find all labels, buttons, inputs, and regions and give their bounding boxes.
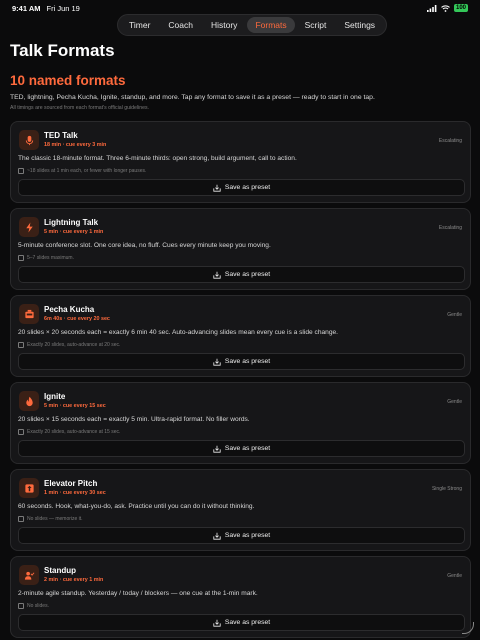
tab-formats[interactable]: Formats bbox=[247, 17, 295, 33]
format-timing: 2 min · cue every 1 min bbox=[44, 577, 104, 583]
format-timing: 1 min · cue every 30 sec bbox=[44, 490, 106, 496]
status-icons: 100 bbox=[426, 4, 468, 12]
slides-note-text: 5–7 slides maximum. bbox=[27, 255, 74, 261]
microphone-icon bbox=[19, 130, 39, 150]
slides-icon bbox=[18, 516, 24, 522]
cue-style-tag: Gentle bbox=[447, 399, 462, 405]
format-name: Ignite bbox=[44, 392, 66, 401]
cellular-signal-icon bbox=[426, 4, 437, 12]
format-name: Standup bbox=[44, 566, 76, 575]
slides-note: No slides. bbox=[18, 603, 49, 609]
cue-style-tag: Escalating bbox=[438, 225, 462, 231]
flame-icon bbox=[19, 391, 39, 411]
format-card-pecha-kucha[interactable]: Pecha Kucha 6m 40s · cue every 20 sec Ge… bbox=[10, 295, 471, 377]
format-timing: 6m 40s · cue every 20 sec bbox=[44, 316, 110, 322]
slides-note: No slides — memorize it. bbox=[18, 516, 83, 522]
format-timing: 5 min · cue every 15 sec bbox=[44, 403, 106, 409]
save-button-label: Save as preset bbox=[224, 445, 271, 452]
format-card-elevator-pitch[interactable]: Elevator Pitch 1 min · cue every 30 sec … bbox=[10, 469, 471, 551]
slides-icon bbox=[18, 255, 24, 261]
format-description: 5-minute conference slot. One core idea,… bbox=[18, 242, 271, 249]
format-card-ignite[interactable]: Ignite 5 min · cue every 15 sec Gentle 2… bbox=[10, 382, 471, 464]
slides-note-text: Exactly 20 slides, auto-advance at 20 se… bbox=[27, 342, 121, 348]
tab-timer[interactable]: Timer bbox=[121, 17, 158, 33]
save-as-preset-button[interactable]: Save as preset bbox=[18, 440, 465, 457]
save-button-label: Save as preset bbox=[224, 184, 271, 191]
person-check-icon bbox=[19, 565, 39, 585]
segmented-tab-bar: Timer Coach History Formats Script Setti… bbox=[117, 14, 388, 36]
battery-icon: 100 bbox=[453, 4, 468, 12]
slides-icon bbox=[18, 342, 24, 348]
save-tray-icon bbox=[213, 358, 221, 366]
slides-note-text: Exactly 20 slides, auto-advance at 15 se… bbox=[27, 429, 121, 435]
page-title: Talk Formats bbox=[10, 41, 115, 60]
save-tray-icon bbox=[213, 445, 221, 453]
format-name: Pecha Kucha bbox=[44, 305, 95, 314]
save-tray-icon bbox=[213, 619, 221, 627]
formats-count-headline: 10 named formats bbox=[10, 73, 126, 88]
format-description: 20 slides × 15 seconds each = exactly 5 … bbox=[18, 416, 250, 423]
slides-icon bbox=[18, 603, 24, 609]
slides-note-text: No slides. bbox=[27, 603, 49, 609]
format-description: 20 slides × 20 seconds each = exactly 6 … bbox=[18, 329, 338, 336]
format-description: The classic 18-minute format. Three 6-mi… bbox=[18, 155, 297, 162]
tab-settings[interactable]: Settings bbox=[336, 17, 383, 33]
slides-note-text: ~18 slides at 1 min each, or fewer with … bbox=[27, 168, 147, 174]
save-button-label: Save as preset bbox=[224, 619, 271, 626]
format-description: 2-minute agile standup. Yesterday / toda… bbox=[18, 590, 258, 597]
lightning-icon bbox=[19, 217, 39, 237]
cue-style-tag: Gentle bbox=[447, 312, 462, 318]
slides-note: Exactly 20 slides, auto-advance at 20 se… bbox=[18, 342, 120, 348]
slides-note: Exactly 20 slides, auto-advance at 15 se… bbox=[18, 429, 120, 435]
cue-style-tag: Escalating bbox=[438, 138, 462, 144]
status-time: 9:41 AM bbox=[12, 3, 41, 13]
save-as-preset-button[interactable]: Save as preset bbox=[18, 266, 465, 283]
save-tray-icon bbox=[213, 532, 221, 540]
save-button-label: Save as preset bbox=[224, 271, 271, 278]
save-button-label: Save as preset bbox=[224, 532, 271, 539]
slides-note: ~18 slides at 1 min each, or fewer with … bbox=[18, 168, 146, 174]
slides-icon bbox=[18, 429, 24, 435]
save-as-preset-button[interactable]: Save as preset bbox=[18, 353, 465, 370]
format-name: Elevator Pitch bbox=[44, 479, 98, 488]
format-name: Lightning Talk bbox=[44, 218, 99, 227]
save-as-preset-button[interactable]: Save as preset bbox=[18, 179, 465, 196]
sources-note: All timings are sourced from each format… bbox=[10, 105, 150, 111]
format-card-lightning-talk[interactable]: Lightning Talk 5 min · cue every 1 min E… bbox=[10, 208, 471, 290]
save-as-preset-button[interactable]: Save as preset bbox=[18, 614, 465, 631]
tab-history[interactable]: History bbox=[203, 17, 245, 33]
status-date: Fri Jun 19 bbox=[46, 3, 80, 13]
save-as-preset-button[interactable]: Save as preset bbox=[18, 527, 465, 544]
wifi-icon bbox=[441, 4, 450, 12]
presentation-icon bbox=[19, 304, 39, 324]
format-card-ted-talk[interactable]: TED Talk 18 min · cue every 3 min Escala… bbox=[10, 121, 471, 203]
format-timing: 18 min · cue every 3 min bbox=[44, 142, 107, 148]
arrow-up-icon bbox=[19, 478, 39, 498]
save-button-label: Save as preset bbox=[224, 358, 271, 365]
intro-text: TED, lightning, Pecha Kucha, Ignite, sta… bbox=[10, 94, 375, 101]
format-card-standup[interactable]: Standup 2 min · cue every 1 min Gentle 2… bbox=[10, 556, 471, 638]
cue-style-tag: Gentle bbox=[447, 573, 462, 579]
slides-note: 5–7 slides maximum. bbox=[18, 255, 74, 261]
window-resize-handle[interactable] bbox=[462, 622, 474, 634]
format-name: TED Talk bbox=[44, 131, 78, 140]
format-description: 60 seconds. Hook, what-you-do, ask. Prac… bbox=[18, 503, 255, 510]
tab-script[interactable]: Script bbox=[297, 17, 335, 33]
slides-icon bbox=[18, 168, 24, 174]
tab-coach[interactable]: Coach bbox=[160, 17, 201, 33]
save-tray-icon bbox=[213, 271, 221, 279]
format-timing: 5 min · cue every 1 min bbox=[44, 229, 104, 235]
save-tray-icon bbox=[213, 184, 221, 192]
slides-note-text: No slides — memorize it. bbox=[27, 516, 83, 522]
cue-style-tag: Single Strong bbox=[431, 486, 462, 492]
